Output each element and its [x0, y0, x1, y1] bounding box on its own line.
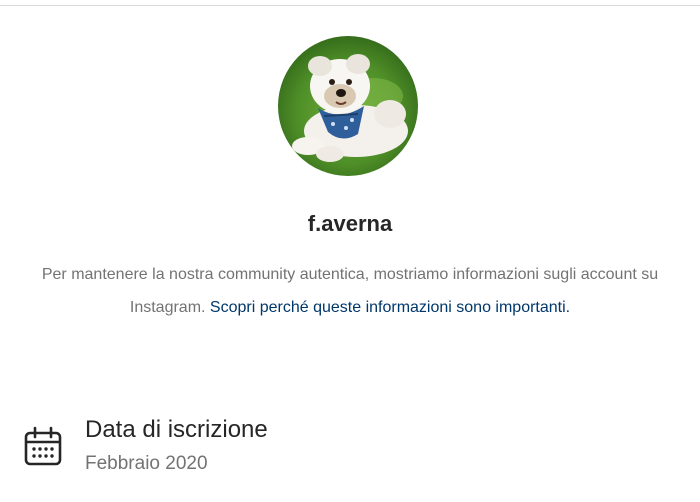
join-date-value: Febbraio 2020: [85, 453, 208, 474]
top-divider: [0, 5, 700, 6]
join-date-row: Data di iscrizione Febbraio 2020: [24, 414, 674, 480]
learn-more-link[interactable]: Scopri perché queste informazioni sono i…: [210, 299, 570, 316]
join-date-title: Data di iscrizione: [85, 416, 268, 443]
profile-username: f.averna: [307, 211, 393, 236]
profile-avatar: [278, 36, 418, 176]
account-info-description: Per mantenere la nostra community autent…: [40, 258, 660, 324]
calendar-icon: [24, 426, 62, 466]
dog-photo: [278, 36, 418, 176]
